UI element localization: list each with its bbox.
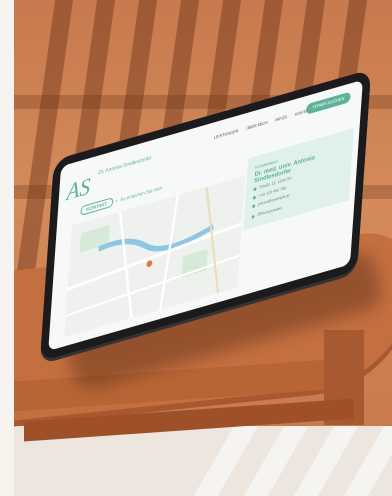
brand-title: Dr. Antonia Sindlesdorfer — [98, 155, 152, 177]
phone-icon — [252, 195, 256, 200]
breadcrumb-separator: • — [115, 197, 118, 204]
nav-item-leistungen[interactable]: LEISTUNGEN — [214, 128, 239, 140]
email-icon — [252, 204, 256, 209]
main-nav: LEISTUNGEN ÜBER MICH INFOS KONTAKT — [214, 107, 313, 141]
left-border — [0, 0, 14, 496]
photo-scene: AS Dr. Antonia Sindlesdorfer LEISTUNGEN … — [14, 0, 392, 496]
book-appointment-button[interactable]: TERMIN BUCHEN — [305, 91, 351, 115]
hours-text: Öffnungszeiten — [257, 205, 283, 218]
site-logo[interactable]: AS — [66, 172, 91, 206]
brand-name: Dr. Antonia Sindlesdorfer — [98, 154, 152, 177]
contact-card: Kontaktdaten Dr. med. univ. Antonia Sind… — [243, 128, 354, 231]
clock-icon — [251, 214, 255, 219]
nav-item-ueber-mich[interactable]: ÜBER MICH — [246, 119, 268, 130]
nav-item-infos[interactable]: INFOS — [275, 114, 287, 123]
address-icon — [253, 187, 257, 192]
section-heading: So erreichen Sie mich — [120, 184, 163, 203]
